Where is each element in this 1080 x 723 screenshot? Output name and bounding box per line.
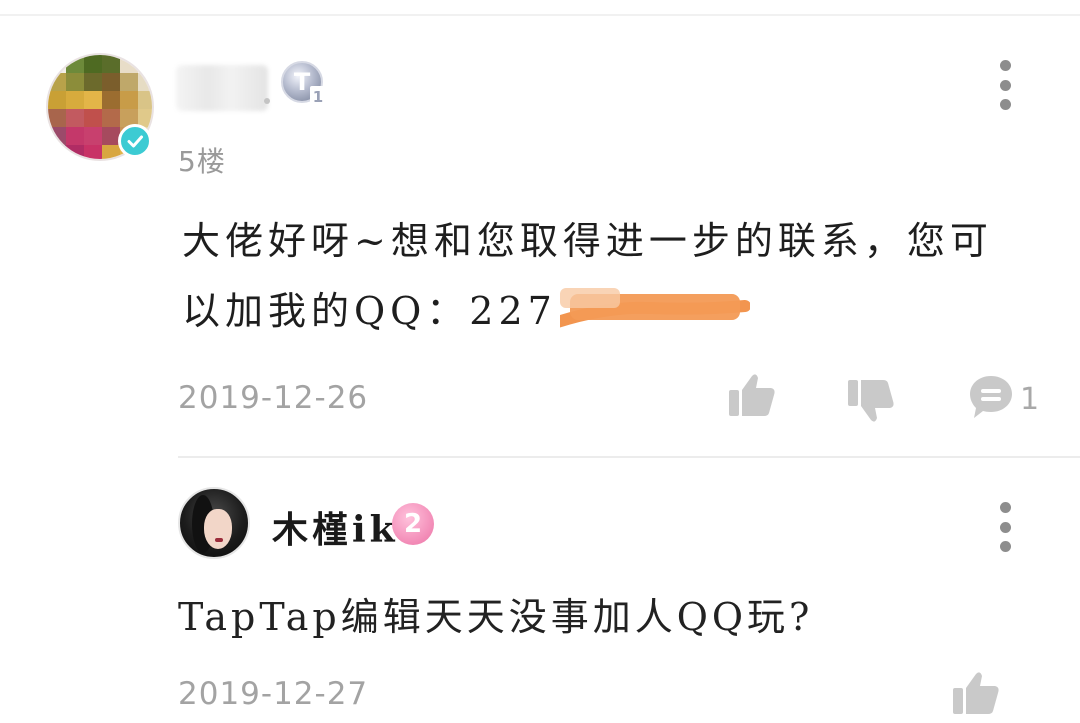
username-redacted[interactable] xyxy=(176,65,268,111)
like-button[interactable] xyxy=(952,670,1000,716)
reply-username[interactable]: 木槿ik xyxy=(272,501,399,553)
reply-count: 1 xyxy=(1020,382,1040,417)
comment-date: 2019-12-26 xyxy=(178,380,369,416)
floor-label: 5楼 xyxy=(178,145,226,178)
more-vertical-icon[interactable] xyxy=(999,60,1011,110)
username-dot xyxy=(264,98,270,104)
level-badge: 2 xyxy=(392,503,434,545)
verified-badge xyxy=(118,124,152,158)
section-divider xyxy=(178,456,1080,458)
level-t-icon: T 1 xyxy=(281,61,326,106)
reply-text: TapTap编辑天天没事加人QQ玩? xyxy=(178,595,814,639)
reply-button[interactable] xyxy=(968,374,1014,420)
top-divider xyxy=(0,14,1080,16)
thumbs-down-icon xyxy=(848,380,894,422)
level-t-badge: T 1 xyxy=(280,60,328,106)
dislike-button[interactable] xyxy=(847,378,895,424)
reply-date: 2019-12-27 xyxy=(178,676,369,712)
check-badge-icon xyxy=(127,135,143,148)
level-t-letter: T xyxy=(294,68,311,96)
redaction-mark xyxy=(534,288,751,334)
level-t-number: 1 xyxy=(313,88,323,106)
like-button[interactable] xyxy=(728,372,776,418)
reply-avatar[interactable] xyxy=(178,487,250,559)
thumbs-up-icon xyxy=(729,374,775,416)
more-vertical-icon[interactable] xyxy=(999,502,1011,552)
comment-bubble-icon xyxy=(970,376,1012,418)
thumbs-up-icon xyxy=(953,672,999,714)
